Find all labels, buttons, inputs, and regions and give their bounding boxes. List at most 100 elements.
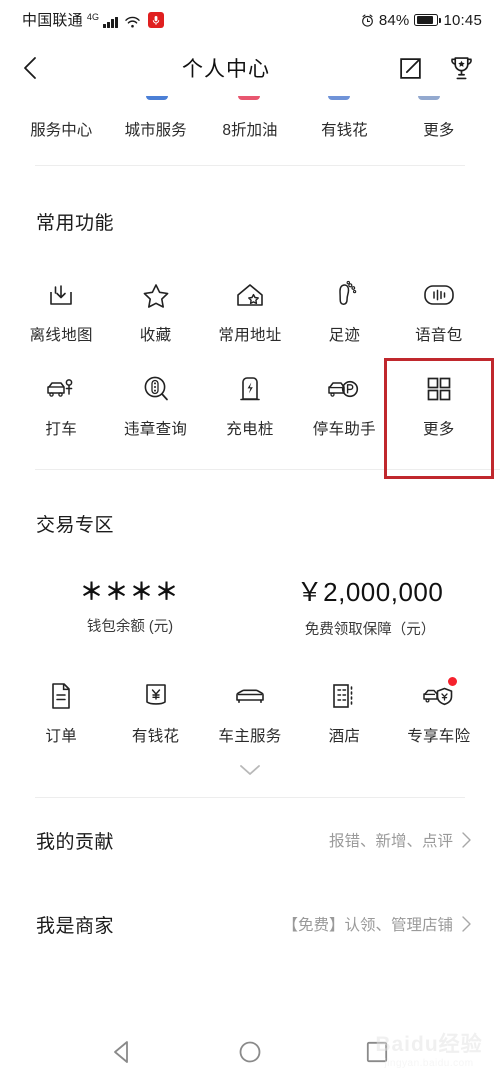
common-functions-title: 常用功能 (36, 213, 115, 234)
trade-zone-stats: ＊＊＊＊ 钱包余额 (元) ￥2,000,000 免费领取保障（元） (0, 577, 500, 639)
function-label: 打车 (45, 421, 77, 438)
common-functions-row-2: 打车 违章查询 充电桩 停车助手 更多 (0, 372, 500, 439)
function-item-offline-map[interactable]: 离线地图 (14, 278, 108, 345)
list-row-i-am-merchant[interactable]: 我是商家 【免费】认领、管理店铺 (0, 882, 500, 966)
function-label: 违章查询 (123, 421, 188, 438)
yuan-wallet-icon (143, 679, 169, 713)
parking-assistant-icon (326, 372, 362, 406)
trophy-icon[interactable] (449, 56, 474, 81)
status-bar-right: 84% 10:45 (361, 12, 482, 29)
function-item-common-address[interactable]: 常用地址 (203, 278, 297, 345)
function-label: 语音包 (415, 327, 463, 344)
trade-item-label: 专享车险 (407, 728, 471, 746)
wifi-icon (125, 16, 140, 28)
common-functions-row-1: 离线地图 收藏 常用地址 足迹 语音包 (0, 278, 500, 345)
status-bar: 中国联通 4G 84% 10:45 (0, 0, 500, 40)
expand-trade-zone-button[interactable] (0, 762, 500, 778)
function-label: 足迹 (328, 327, 361, 344)
divider-common-functions (35, 469, 500, 470)
chevron-left-icon (24, 57, 36, 79)
row-label: 我的贡献 (36, 831, 115, 853)
status-bar-left: 中国联通 4G (22, 12, 164, 28)
icon-sliver-1 (146, 96, 168, 100)
function-label: 常用地址 (218, 327, 282, 344)
trade-item-label: 酒店 (328, 728, 361, 746)
chevron-right-icon (462, 832, 471, 848)
trade-zone-title: 交易专区 (36, 515, 115, 536)
function-item-parking-assistant[interactable]: 停车助手 (297, 372, 391, 439)
function-label: 收藏 (139, 327, 172, 344)
quick-item-label-3[interactable]: 有钱花 (297, 118, 391, 140)
square-recents-icon[interactable] (364, 1039, 390, 1065)
wallet-balance-caption: 钱包余额 (元) (86, 619, 174, 636)
function-item-charging-pile[interactable]: 充电桩 (203, 372, 297, 439)
quick-item-label-2[interactable]: 8折加油 (203, 118, 297, 140)
trade-item-car-insurance[interactable]: 专享车险 (392, 677, 486, 746)
row-value: 报错、新增、点评 (328, 833, 453, 851)
app-header: 个人中心 (0, 40, 500, 96)
list-row-my-contribution[interactable]: 我的贡献 报错、新增、点评 (0, 798, 500, 882)
trade-item-label: 订单 (45, 728, 77, 746)
quick-item-label-1[interactable]: 城市服务 (108, 118, 202, 140)
battery-icon (414, 14, 441, 26)
charging-pile-icon (237, 372, 263, 406)
function-item-taxi[interactable]: 打车 (14, 372, 108, 439)
trade-item-car-owner-service[interactable]: 车主服务 (203, 679, 297, 746)
network-type-label: 4G (86, 12, 100, 22)
trade-item-hotel[interactable]: 酒店 (297, 679, 391, 746)
trade-item-label: 车主服务 (218, 728, 282, 746)
function-item-more[interactable]: 更多 (392, 372, 486, 439)
traffic-violation-search-icon (141, 372, 171, 406)
back-button[interactable] (20, 51, 54, 85)
star-icon (141, 278, 171, 312)
function-item-voice-package[interactable]: 语音包 (392, 278, 486, 345)
function-item-footprint[interactable]: 足迹 (297, 278, 391, 345)
wallet-balance-value: ＊＊＊＊ (80, 578, 180, 604)
voice-package-icon (422, 278, 456, 312)
free-insurance-value: ￥2,000,000 (296, 577, 444, 607)
wallet-balance-stat[interactable]: ＊＊＊＊ 钱包余额 (元) (10, 579, 250, 639)
trade-item-label: 有钱花 (131, 728, 180, 746)
taxi-icon (44, 372, 78, 406)
free-insurance-stat[interactable]: ￥2,000,000 免费领取保障（元） (250, 577, 490, 639)
download-map-icon (46, 278, 76, 312)
trade-item-orders[interactable]: 订单 (14, 679, 108, 746)
function-item-favorites[interactable]: 收藏 (108, 278, 202, 345)
icon-sliver-3 (328, 96, 350, 100)
edit-square-icon[interactable] (398, 56, 423, 81)
row-label: 我是商家 (36, 915, 115, 937)
chevron-down-icon (240, 765, 260, 776)
chevron-right-icon (462, 916, 471, 932)
row-value-group: 【免费】认领、管理店铺 (282, 913, 472, 935)
phone-screen: 中国联通 4G 84% 10:45 个人中心 服务中心 城市服务 8折加油 有钱… (0, 0, 500, 1083)
circle-home-icon[interactable] (237, 1039, 263, 1065)
footprint-icon (329, 278, 359, 312)
document-icon (49, 679, 73, 713)
alarm-clock-icon (361, 14, 373, 27)
hotel-building-icon (330, 679, 358, 713)
top-quick-row: 服务中心 城市服务 8折加油 有钱花 更多 (0, 96, 500, 156)
quick-item-label-4[interactable]: 更多 (392, 118, 486, 140)
triangle-back-icon[interactable] (110, 1039, 136, 1065)
home-star-icon (234, 278, 266, 312)
page-title: 个人中心 (182, 58, 270, 81)
function-label: 更多 (422, 421, 455, 438)
free-insurance-caption: 免费领取保障（元） (304, 622, 436, 639)
car-icon (233, 679, 267, 713)
header-actions (398, 56, 480, 81)
carrier-label: 中国联通 (22, 12, 83, 29)
divider-top (35, 165, 465, 166)
quick-item-label-0[interactable]: 服务中心 (14, 118, 108, 140)
microphone-icon (147, 12, 164, 28)
battery-percent-label: 84% (378, 11, 410, 29)
icon-sliver-4 (418, 96, 440, 100)
grid-more-icon (425, 372, 453, 406)
trade-zone-items: 订单 有钱花 车主服务 酒店 专享车险 (0, 677, 500, 746)
signal-bars-icon (103, 16, 118, 28)
row-value: 【免费】认领、管理店铺 (282, 917, 453, 935)
top-quick-row-labels: 服务中心 城市服务 8折加油 有钱花 更多 (0, 118, 500, 140)
system-navigation-bar (0, 1021, 500, 1083)
trade-item-youqianhua[interactable]: 有钱花 (108, 679, 202, 746)
row-value-group: 报错、新增、点评 (329, 829, 472, 851)
function-item-violation-query[interactable]: 违章查询 (108, 372, 202, 439)
